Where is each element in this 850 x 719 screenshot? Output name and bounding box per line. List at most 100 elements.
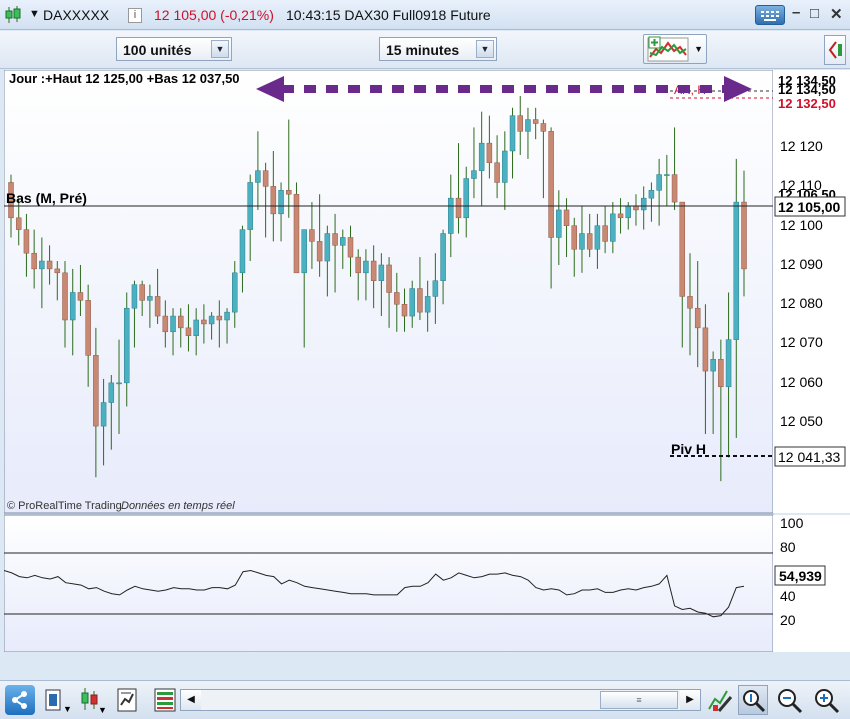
candle-body <box>664 174 670 176</box>
candle-body <box>417 288 423 313</box>
candle-body <box>525 119 531 132</box>
chevron-down-icon[interactable]: ▼ <box>211 40 229 58</box>
candle-body <box>278 190 284 215</box>
candle-body <box>494 162 500 183</box>
candle-body <box>679 201 686 297</box>
candle-body <box>687 296 693 309</box>
candle-body <box>123 307 130 384</box>
horizontal-scrollbar[interactable]: ◀ ≡ ▶ <box>180 689 701 711</box>
candle-body <box>77 292 84 301</box>
candle-body <box>610 213 616 242</box>
zoom-in-icon[interactable] <box>811 685 841 715</box>
candle-body <box>270 186 277 215</box>
units-value: 100 unités <box>123 42 192 58</box>
candle-body <box>193 319 199 336</box>
close-button[interactable]: ✕ <box>830 5 843 23</box>
scroll-left-button[interactable]: ◀ <box>181 690 201 710</box>
candle-body <box>201 319 207 325</box>
chart-area[interactable]: Jour :+Haut 12 125,00 +Bas 12 037,50 Bas… <box>4 70 850 652</box>
symbol-dropdown-arrow[interactable]: ▼ <box>29 8 40 20</box>
candle-body <box>108 382 115 403</box>
candle-body <box>162 315 169 333</box>
candle-body <box>147 296 153 301</box>
interval-value: 15 minutes <box>386 42 460 58</box>
candle-body <box>702 327 709 372</box>
candle-body <box>54 268 61 274</box>
info-icon[interactable]: i <box>128 8 142 23</box>
piv-label: Piv H <box>671 441 706 457</box>
candle-body <box>478 142 485 171</box>
rsi-tick: 80 <box>780 539 796 555</box>
axis-tick: 12 120 <box>780 138 823 154</box>
scroll-thumb[interactable]: ≡ <box>600 691 678 709</box>
candle-body <box>409 288 415 317</box>
candle-body <box>239 229 246 274</box>
candle-body <box>224 311 230 321</box>
day-info: Jour :+Haut 12 125,00 +Bas 12 037,50 <box>9 71 240 86</box>
title-bar: ▼ DAXXXXX i 12 105,00 (-0,21%) 10:43:15 … <box>0 0 850 30</box>
rsi-tick: 40 <box>780 588 796 604</box>
side-panel-toggle[interactable] <box>824 35 846 65</box>
rsi-tick: 20 <box>780 612 796 628</box>
candle-body <box>517 115 523 132</box>
candle-body <box>177 315 184 329</box>
candle-body <box>363 260 369 274</box>
axis-tick: 12 070 <box>780 334 823 350</box>
report-icon[interactable] <box>113 685 143 715</box>
candle-body <box>725 339 732 388</box>
price-change: 12 105,00 (-0,21%) <box>154 7 274 23</box>
draw-tools-icon[interactable] <box>705 685 735 715</box>
candle-body <box>208 315 215 325</box>
bas-label: Bas (M, Pré) <box>6 190 87 206</box>
units-select[interactable]: 100 unités ▼ <box>116 37 232 61</box>
candle-body <box>100 402 107 427</box>
axis-label-ar: 12 132,50 <box>778 96 836 111</box>
current-price-label: 12 105,00 <box>778 199 840 215</box>
candle-body <box>378 264 385 281</box>
symbol-label[interactable]: DAXXXXX <box>43 7 109 23</box>
candle-body <box>509 115 516 152</box>
candle-body <box>401 304 408 317</box>
axis-tick: 12 100 <box>780 217 823 233</box>
zoom-fit-icon[interactable] <box>738 685 768 715</box>
keyboard-icon[interactable] <box>755 5 785 25</box>
orders-table-icon[interactable] <box>150 685 180 715</box>
candle-body <box>486 142 493 164</box>
candle-body <box>286 190 292 195</box>
candle-body <box>232 272 238 313</box>
candle-body <box>548 131 554 238</box>
realtime-text: Données en temps réel <box>121 500 235 512</box>
rsi-pane[interactable] <box>4 514 774 652</box>
candle-body <box>656 174 662 191</box>
interval-select[interactable]: 15 minutes ▼ <box>379 37 497 61</box>
axis-tick: 12 090 <box>780 256 823 272</box>
candle-style-icon[interactable]: ▼ <box>76 685 106 715</box>
candle-body <box>633 205 639 211</box>
zoom-out-icon[interactable] <box>774 685 804 715</box>
candle-body <box>370 260 377 281</box>
candle-body <box>116 382 122 385</box>
chevron-down-icon[interactable]: ▼ <box>476 40 494 58</box>
piv-price-label: 12 041,33 <box>778 449 840 465</box>
scroll-right-button[interactable]: ▶ <box>680 690 700 710</box>
candle-body <box>579 233 585 250</box>
candle-body <box>394 292 400 305</box>
candle-body <box>139 284 145 301</box>
chevron-down-icon[interactable]: ▼ <box>694 44 703 54</box>
candle-body <box>309 229 315 242</box>
candle-body <box>741 201 747 270</box>
candlestick-app-icon <box>5 6 21 23</box>
share-icon[interactable] <box>5 685 35 715</box>
candle-body <box>455 197 462 219</box>
candle-body <box>216 315 223 321</box>
maximize-button[interactable]: □ <box>810 5 819 22</box>
window-layout-icon[interactable]: ▼ <box>42 685 72 715</box>
minimize-button[interactable]: – <box>792 4 800 21</box>
candle-body <box>386 264 392 293</box>
indicators-button[interactable]: ▼ <box>643 34 707 64</box>
candle-body <box>617 213 624 219</box>
candle-body <box>131 284 138 309</box>
candle-body <box>31 252 37 270</box>
bottom-toolbar: ▼ ▼ ◀ ≡ ▶ <box>0 680 850 719</box>
candle-body <box>170 315 176 333</box>
